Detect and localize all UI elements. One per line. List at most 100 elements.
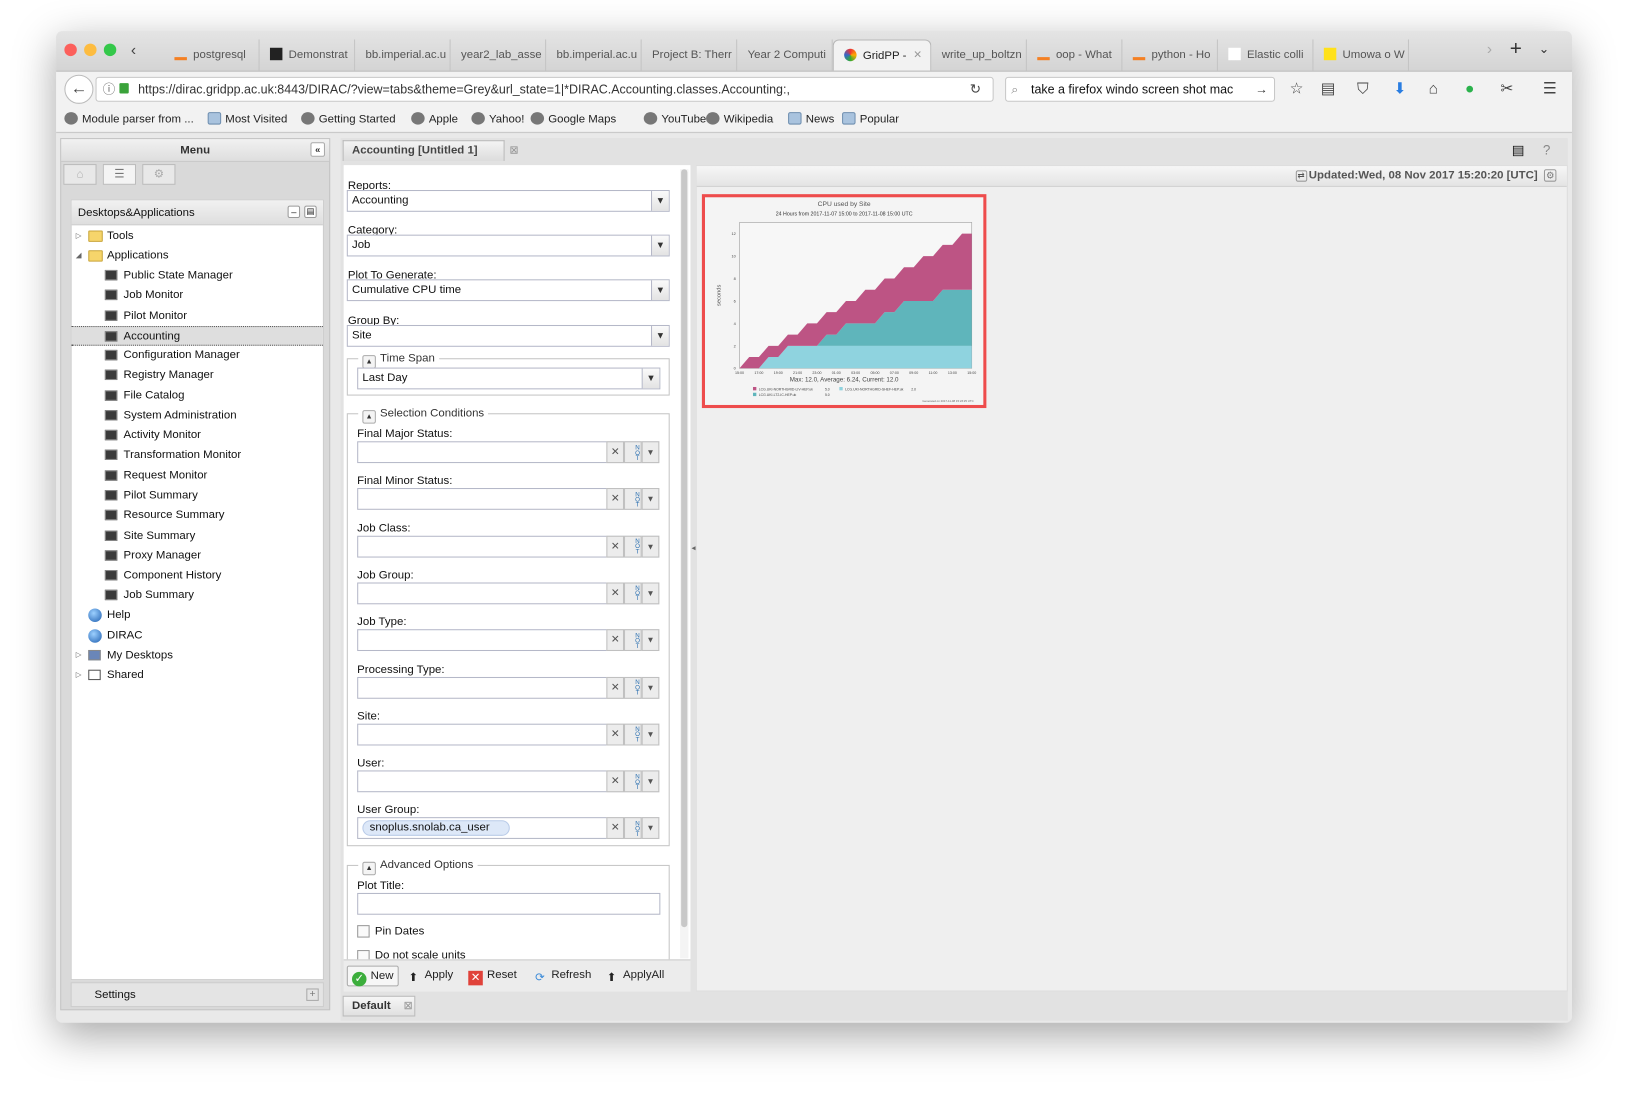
bookmark-item[interactable]: Wikipedia [706, 112, 773, 126]
groupby-select[interactable]: Site ▼ [346, 324, 670, 347]
tree-item[interactable]: Request Monitor [72, 466, 323, 486]
close-window-button[interactable] [64, 43, 77, 57]
reload-icon[interactable]: ↻ [970, 81, 981, 98]
timespan-select[interactable]: Last Day ▼ [357, 367, 661, 390]
collapse-menu-icon[interactable]: « [310, 142, 325, 157]
plot-image[interactable]: CPU used by Site 24 Hours from 2017-11-07… [701, 194, 987, 409]
tree-item[interactable]: Pilot Summary [72, 486, 323, 506]
condition-input[interactable]: ✕ NOT ▼ [357, 676, 660, 699]
category-select[interactable]: Job ▼ [346, 234, 670, 257]
refresh-button[interactable]: ⟳ Refresh [533, 966, 591, 987]
applyall-button[interactable]: ⬆ ApplyAll [604, 966, 664, 987]
tree-item[interactable]: Help [72, 605, 323, 625]
not-toggle[interactable]: NOT [624, 441, 642, 464]
clear-icon[interactable]: ✕ [606, 535, 625, 558]
not-toggle[interactable]: NOT [624, 723, 642, 746]
condition-input[interactable]: ✕ NOT ▼ [357, 488, 660, 511]
tree-item[interactable]: Resource Summary [72, 506, 323, 526]
condition-input[interactable]: ✕ NOT ▼ [357, 629, 660, 652]
no-scale-checkbox[interactable] [357, 950, 370, 960]
expand-settings-icon[interactable]: + [306, 988, 319, 1001]
bookmark-item[interactable]: News [788, 112, 834, 126]
chevron-down-icon[interactable]: ▼ [641, 723, 660, 746]
close-tab-icon[interactable]: ✕ [913, 40, 922, 70]
tree-item[interactable]: ◢ Applications [72, 246, 323, 266]
tree-item[interactable]: Component History [72, 566, 323, 586]
chevron-down-icon[interactable]: ▼ [641, 441, 660, 464]
bookmark-item[interactable]: Getting Started [301, 112, 396, 126]
minimize-panel-icon[interactable]: – [287, 205, 301, 219]
not-toggle[interactable]: NOT [624, 488, 642, 511]
bookmark-item[interactable]: Google Maps [530, 112, 616, 126]
list-tab-icon[interactable]: ☰ [102, 164, 137, 185]
chevron-down-icon[interactable]: ▼ [641, 582, 660, 605]
chevron-down-icon[interactable]: ▼ [651, 235, 669, 256]
tree-item[interactable]: ▷ My Desktops [72, 646, 323, 666]
bookmark-item[interactable]: Most Visited [207, 112, 287, 126]
not-toggle[interactable]: NOT [624, 770, 642, 793]
tree-item[interactable]: Registry Manager [72, 365, 323, 385]
tree-item[interactable]: Public State Manager [72, 266, 323, 286]
expand-toggle-icon[interactable]: ◢ [76, 246, 82, 266]
tree-item[interactable]: Configuration Manager [72, 346, 323, 366]
tree-item[interactable]: System Administration [72, 406, 323, 426]
close-tab-icon[interactable]: ☒ [510, 141, 518, 161]
clear-icon[interactable]: ✕ [606, 723, 625, 746]
url-bar[interactable]: ⓘ https://dirac.gridpp.ac.uk:8443/DIRAC/… [95, 76, 994, 102]
not-toggle[interactable]: NOT [624, 582, 642, 605]
chevron-down-icon[interactable]: ▼ [651, 280, 669, 301]
form-scrollbar[interactable] [680, 169, 689, 959]
expand-toggle-icon[interactable]: ▷ [76, 226, 82, 246]
collapse-icon[interactable]: ▲ [362, 861, 376, 876]
plot-title-input[interactable] [357, 892, 661, 915]
browser-tab[interactable]: year2_lab_asse [451, 39, 547, 71]
auto-refresh-icon[interactable]: ⇄ [1295, 170, 1307, 182]
tabs-scroll-left-icon[interactable]: ‹ [131, 42, 136, 60]
chevron-down-icon[interactable]: ▼ [641, 488, 660, 511]
expand-toggle-icon[interactable]: ▷ [76, 646, 82, 666]
browser-tab[interactable]: Demonstrat [260, 39, 356, 71]
browser-tab[interactable]: oop - What [1027, 39, 1123, 71]
chevron-down-icon[interactable]: ▼ [641, 770, 660, 793]
browser-tab[interactable]: GridPP - ✕ [832, 39, 932, 71]
tree-item[interactable]: Pilot Monitor [72, 306, 323, 326]
tree-item[interactable]: Site Summary [72, 526, 323, 546]
advanced-legend[interactable]: ▲ Advanced Options [358, 857, 478, 876]
not-toggle[interactable]: NOT [624, 629, 642, 652]
hamburger-menu-icon[interactable]: ☰ [1543, 80, 1557, 98]
pocket-icon[interactable]: ⛉ [1357, 80, 1369, 98]
condition-input[interactable]: ✕ NOT ▼ [357, 582, 660, 605]
search-go-icon[interactable]: → [1255, 78, 1267, 101]
browser-tab[interactable]: Umowa o W [1313, 39, 1409, 71]
clear-icon[interactable]: ✕ [606, 629, 625, 652]
list-tabs-icon[interactable]: ⌄ [1539, 42, 1549, 57]
selection-legend[interactable]: ▲ Selection Conditions [358, 405, 489, 424]
gear-icon[interactable]: ⚙ [1543, 169, 1557, 182]
tree-item[interactable]: File Catalog [72, 386, 323, 406]
tree-item[interactable]: Proxy Manager [72, 546, 323, 566]
condition-input[interactable]: ✕ NOT ▼ [357, 770, 660, 793]
reset-button[interactable]: ✕ Reset [468, 966, 517, 987]
tree-item[interactable]: ▷ Shared [72, 666, 323, 686]
chevron-down-icon[interactable]: ▼ [641, 676, 660, 699]
browser-tab[interactable]: bb.imperial.ac.u [546, 39, 642, 71]
settings-bar[interactable]: Settings + [70, 982, 324, 1008]
browser-tab[interactable]: Project B: Therr [642, 39, 738, 71]
clear-icon[interactable]: ✕ [606, 676, 625, 699]
chevron-down-icon[interactable]: ▼ [651, 191, 669, 211]
browser-tab[interactable]: bb.imperial.ac.u [355, 39, 451, 71]
search-input[interactable]: ⌕ take a firefox windo screen shot mac → [1005, 76, 1276, 102]
back-button[interactable]: ← [64, 74, 94, 104]
condition-input[interactable]: ✕ NOT ▼ [357, 535, 660, 558]
browser-tab[interactable]: Year 2 Computi [737, 39, 833, 71]
bookmark-item[interactable]: Yahoo! [471, 112, 524, 126]
minimize-window-button[interactable] [84, 43, 97, 57]
screenshot-tool-icon[interactable]: ✂ [1500, 80, 1513, 98]
chevron-down-icon[interactable]: ▼ [641, 817, 660, 840]
selected-value-chip[interactable]: snoplus.snolab.ca_user [362, 820, 510, 837]
clear-icon[interactable]: ✕ [606, 582, 625, 605]
bookmark-item[interactable]: Module parser from ... [64, 112, 194, 126]
condition-input[interactable]: ✕ NOT ▼ [357, 723, 660, 746]
tabs-scroll-right-icon[interactable]: › [1487, 40, 1492, 58]
pin-dates-checkbox[interactable] [357, 925, 370, 938]
